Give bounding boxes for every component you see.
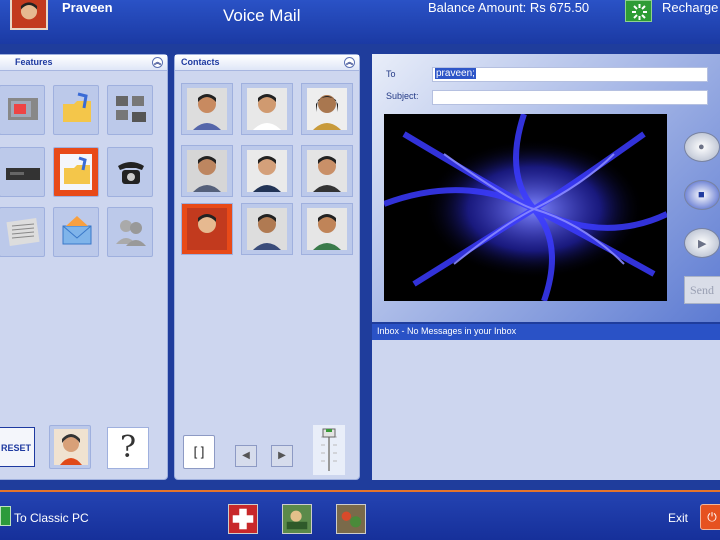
send-button[interactable]: Send [684, 276, 720, 304]
contact-photo[interactable] [301, 145, 353, 197]
collapse-features-button[interactable]: ︽ [152, 57, 163, 68]
contact-avatar [247, 208, 287, 250]
contact-avatar [307, 88, 347, 130]
classic-pc-button[interactable]: To Classic PC [14, 511, 89, 525]
inbox-list[interactable] [372, 340, 720, 480]
recharge-icon[interactable] [625, 0, 652, 22]
volume-slider-icon [321, 428, 337, 471]
video-conference-icon [116, 96, 146, 122]
user-name: Praveen [62, 0, 113, 15]
features-header: Features ︽ [0, 55, 167, 71]
recharge-button[interactable]: Recharge [662, 0, 718, 15]
help-icon: ? [119, 430, 137, 465]
contact-avatar [247, 150, 287, 192]
contact-photo[interactable] [301, 83, 353, 135]
contact-avatar [247, 88, 287, 130]
classic-pc-icon[interactable] [0, 506, 11, 526]
contact-photo[interactable] [241, 83, 293, 135]
feature-newspaper[interactable] [0, 207, 45, 257]
top-bar: Praveen Voice Mail Balance Amount: Rs 67… [0, 0, 720, 44]
page-title: Voice Mail [223, 6, 301, 25]
telephone-icon [118, 162, 144, 184]
medical-icon[interactable] [228, 504, 258, 534]
compose-area: To praveen; Subject: ● ■ ▶ Send [372, 54, 720, 322]
envelope-icon [62, 216, 92, 245]
feature-vcr[interactable] [0, 147, 45, 197]
contact-avatar [187, 88, 227, 130]
feature-tv[interactable] [0, 85, 45, 135]
feature-email[interactable] [53, 207, 99, 257]
balance-amount: Balance Amount: Rs 675.50 [428, 0, 590, 15]
users-icon [116, 220, 146, 246]
next-page-button[interactable]: ▶ [271, 445, 293, 467]
contact-photo-selected[interactable] [181, 203, 233, 255]
contacts-title: Contacts [181, 57, 220, 67]
contact-photo[interactable] [241, 203, 293, 255]
record-icon: ● [698, 141, 705, 153]
reset-button[interactable]: RESET [0, 427, 35, 467]
tv-icon [8, 98, 38, 120]
exit-label[interactable]: Exit [668, 511, 688, 525]
contact-avatar [187, 208, 227, 250]
volume-slider[interactable] [313, 425, 345, 475]
market-icon[interactable] [336, 504, 366, 534]
to-label: To [386, 69, 396, 79]
feature-users[interactable] [107, 207, 153, 257]
video-visualizer-image [384, 114, 667, 301]
contact-avatar [187, 150, 227, 192]
feature-folder-voice[interactable] [53, 147, 99, 197]
play-button[interactable]: ▶ [684, 228, 720, 258]
subject-field[interactable] [432, 90, 708, 105]
agriculture-icon[interactable] [282, 504, 312, 534]
folder-voice-icon [64, 156, 90, 184]
inbox-status-text: Inbox - No Messages in your Inbox [377, 326, 517, 336]
stop-button[interactable]: ■ [684, 180, 720, 210]
view-toggle-button[interactable]: [ ] [183, 435, 215, 469]
operator-avatar-icon [54, 429, 88, 465]
contact-photo[interactable] [181, 145, 233, 197]
contact-photo[interactable] [181, 83, 233, 135]
inbox-status-bar: Inbox - No Messages in your Inbox [372, 324, 720, 340]
features-panel: Features ︽ RESET ? [0, 54, 168, 480]
to-field[interactable]: praveen; [432, 67, 708, 82]
folder-music-icon [63, 92, 91, 122]
bottom-bar: To Classic PC Exit ⏻ [0, 490, 720, 540]
feature-telephone[interactable] [107, 147, 153, 197]
video-preview [384, 114, 667, 301]
subject-label: Subject: [386, 91, 419, 101]
power-icon[interactable]: ⏻ [700, 504, 720, 530]
operator-avatar[interactable] [49, 425, 91, 469]
features-title: Features [15, 57, 53, 67]
collapse-contacts-button[interactable]: ︽ [344, 57, 355, 68]
contact-photo[interactable] [301, 203, 353, 255]
newspaper-icon [6, 218, 40, 246]
record-button[interactable]: ● [684, 132, 720, 162]
stop-icon: ■ [698, 189, 705, 201]
play-icon: ▶ [698, 238, 707, 250]
contact-avatar [307, 208, 347, 250]
contact-photo[interactable] [241, 145, 293, 197]
feature-video-conference[interactable] [107, 85, 153, 135]
vcr-icon [6, 168, 40, 180]
to-field-value: praveen; [435, 68, 476, 79]
feature-folder-music[interactable] [53, 85, 99, 135]
contact-avatar [307, 150, 347, 192]
help-button[interactable]: ? [107, 427, 149, 469]
user-avatar[interactable] [10, 0, 48, 30]
contacts-panel: Contacts ︽ [ ] ◀ ▶ [174, 54, 360, 480]
contacts-header: Contacts ︽ [175, 55, 359, 71]
prev-page-button[interactable]: ◀ [235, 445, 257, 467]
